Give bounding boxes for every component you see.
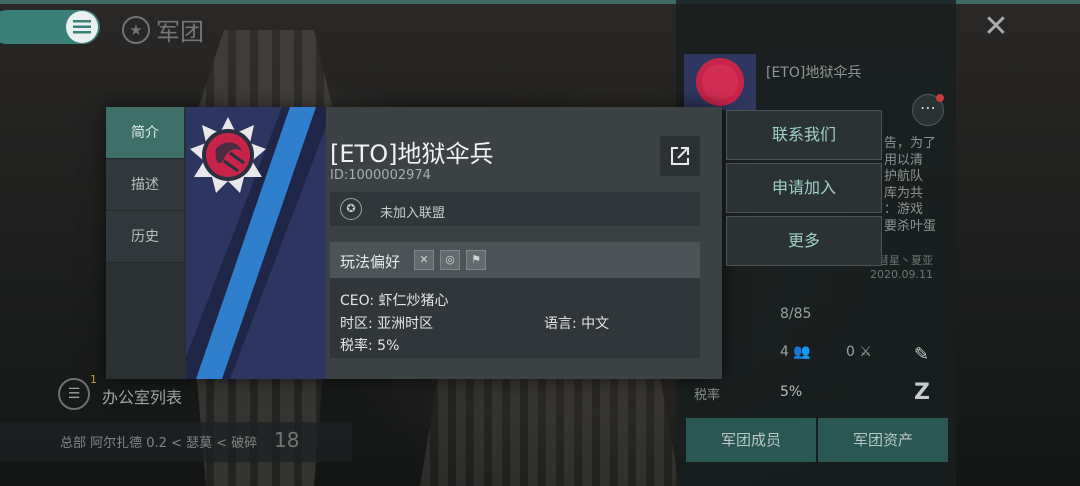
timezone-text: 时区: 亚洲时区 (340, 316, 434, 332)
swords-icon: ⚔ (859, 344, 872, 360)
page-title-text: 军团 (156, 18, 204, 46)
tab-intro[interactable]: 简介 (106, 107, 184, 159)
corp-name: [ETO]地狱伞兵 (330, 140, 494, 168)
menu-button[interactable] (66, 11, 98, 43)
close-icon[interactable]: ✕ (980, 12, 1012, 44)
kills-stat: 0 ⚔ (846, 344, 872, 360)
flag-icon: ⚑ (466, 250, 486, 270)
desc-line: 要杀叶蛋 (884, 218, 937, 234)
page-title: ★ 军团 (122, 12, 204, 47)
corp-members-button[interactable]: 军团成员 (686, 418, 816, 462)
tax-value: 5% (780, 384, 803, 400)
apply-join-button[interactable]: 申请加入 (726, 163, 882, 213)
corp-name-small: [ETO]地狱伞兵 (766, 65, 862, 81)
office-list-button[interactable]: ☰ (58, 378, 90, 410)
corp-logo-small (684, 54, 756, 110)
member-count: 8/85 (780, 306, 812, 322)
contact-us-button[interactable]: 联系我们 (726, 110, 882, 160)
pvp-swords-icon: ✕ (414, 250, 434, 270)
external-link-icon (671, 147, 689, 165)
office-list-label[interactable]: 办公室列表 (102, 384, 182, 408)
menu-icon (73, 20, 91, 34)
alliance-status: 未加入联盟 (380, 206, 446, 221)
desc-line: 用以清 (884, 152, 924, 168)
dialog-tabs: 简介 描述 历史 (106, 107, 186, 379)
list-icon: ☰ (67, 386, 81, 402)
desc-line: ：游戏 (884, 202, 924, 217)
tax-label: 税率 (694, 388, 721, 403)
tab-history[interactable]: 历史 (106, 211, 184, 263)
members-stat-value: 4 (780, 344, 789, 360)
people-icon: 👥 (793, 344, 811, 360)
target-icon: ◎ (440, 250, 460, 270)
more-button[interactable]: 更多 (726, 216, 882, 266)
star-icon: ★ (122, 15, 150, 44)
ceo-text: CEO: 虾仁炒猪心 (340, 293, 449, 309)
office-count-badge: 1 (90, 373, 97, 386)
corp-id: ID:1000002974 (330, 168, 431, 183)
tax-text: 税率: 5% (340, 338, 400, 354)
location-text: 总部 阿尔扎德 0.2 < 瑟莫 < 破碎 (60, 436, 258, 451)
more-options-button[interactable]: ⋯ (912, 94, 944, 126)
founded-date: 2020.09.11 (870, 268, 933, 281)
corp-description-snippet: 告，为了 用以清 护航队 库为共 ：游戏 要杀叶蛋 (884, 136, 944, 235)
play-preference-label: 玩法偏好 (340, 253, 401, 271)
tax-edit-icon[interactable]: Z (914, 380, 930, 405)
kills-stat-value: 0 (846, 344, 855, 360)
tab-description[interactable]: 描述 (106, 159, 184, 211)
notification-dot (936, 94, 944, 102)
desc-line: 护航队 (884, 169, 924, 184)
corp-banner (186, 107, 326, 379)
language-text: 语言: 中文 (544, 316, 610, 332)
desc-line: 库为共 (884, 185, 924, 201)
alliance-icon: ✪ (340, 198, 362, 220)
members-stat: 4 👥 (780, 344, 811, 360)
corp-assets-button[interactable]: 军团资产 (818, 418, 948, 462)
desc-line: 告，为了 (884, 136, 937, 151)
share-button[interactable] (660, 136, 700, 176)
location-number: 18 (274, 428, 300, 452)
edit-icon[interactable]: ✎ (914, 344, 934, 365)
